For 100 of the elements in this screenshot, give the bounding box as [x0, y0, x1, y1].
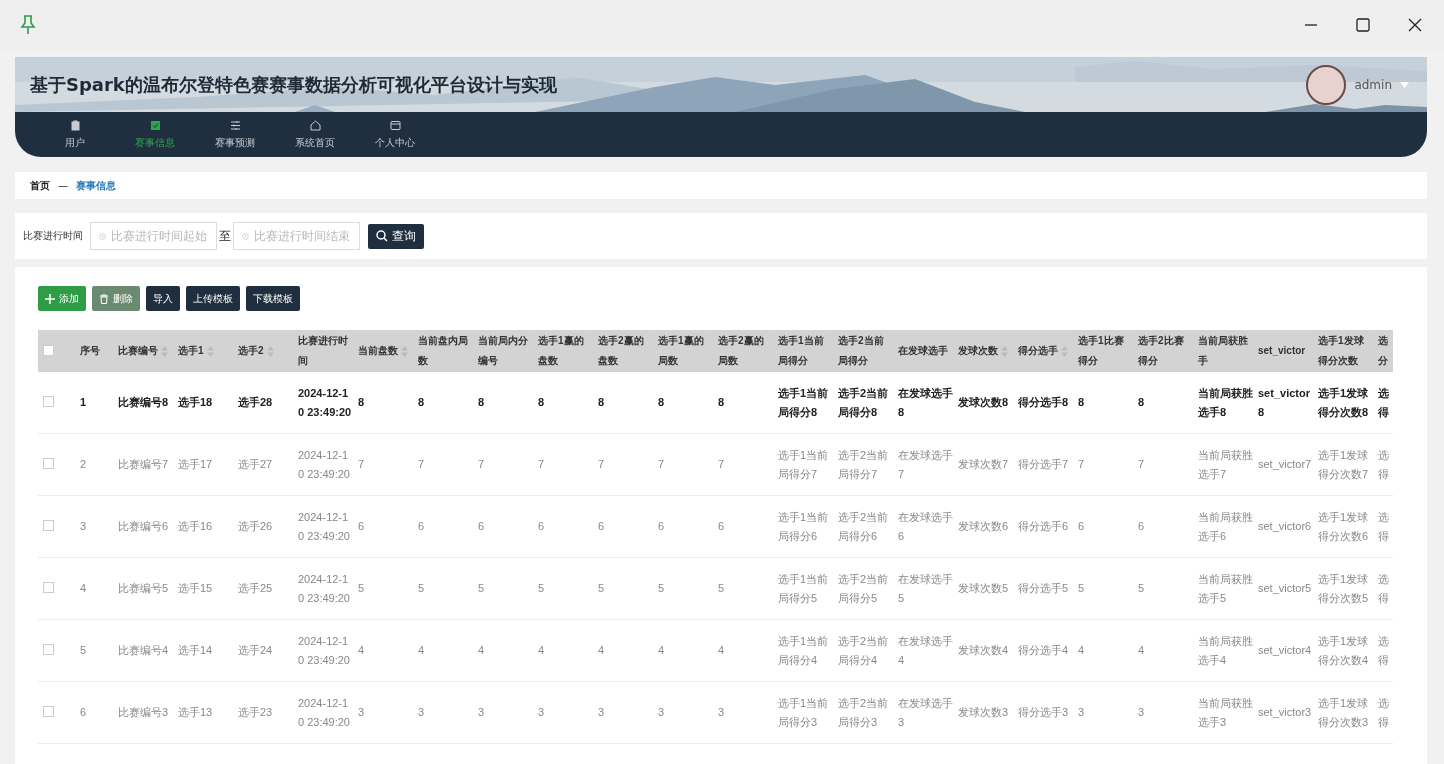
table-cell-text: 发球次数6 — [958, 519, 1010, 534]
table-cell-text: 选手2当前局得分7 — [838, 447, 890, 482]
table-cell-text: 3 — [80, 519, 88, 534]
action-button[interactable]: 下载模板 — [246, 286, 300, 311]
table-cell-text: 选手2当前局得分6 — [838, 509, 890, 544]
column-header[interactable]: 比赛编号 — [118, 341, 158, 361]
row-checkbox[interactable] — [43, 458, 54, 469]
row-checkbox[interactable] — [43, 396, 54, 407]
search-button[interactable]: 查询 — [368, 223, 424, 249]
table-cell-text: 选手1发球得分次数4 — [1318, 633, 1370, 668]
sort-icon[interactable] — [266, 345, 274, 357]
sort-icon[interactable] — [206, 345, 214, 357]
nav-tab[interactable]: 用户 — [35, 112, 115, 157]
table-cell-text: 选手26 — [238, 519, 274, 534]
table-cell-text: 7 — [598, 457, 606, 472]
close-icon[interactable] — [1408, 18, 1422, 32]
table-cell-text: 选手1当前局得分5 — [778, 571, 830, 606]
table-cell-text: 选手16 — [178, 519, 214, 534]
table-cell-text: 8 — [538, 395, 546, 410]
start-time-field[interactable]: 比赛进行时间起始 — [90, 222, 217, 250]
table-cell-text: 选手1发球得分次数3 — [1318, 695, 1370, 730]
column-header: 选手2比赛得分 — [1138, 334, 1185, 368]
column-header: 比赛进行时间 — [298, 334, 349, 368]
table-cell-text: set_victor7 — [1258, 457, 1313, 472]
table-cell-text: 选得 — [1378, 633, 1389, 668]
column-header: 选手2赢的局数 — [718, 334, 765, 368]
table-cell-text: 选得 — [1378, 571, 1389, 606]
table-cell-text: 4 — [1078, 643, 1086, 658]
table-cell-text: 比赛编号4 — [118, 643, 170, 658]
table-cell-text: 8 — [358, 395, 366, 410]
sort-icon[interactable] — [401, 345, 408, 357]
maximize-icon[interactable] — [1356, 18, 1370, 32]
row-checkbox[interactable] — [43, 644, 54, 655]
table-cell-text: 发球次数4 — [958, 643, 1010, 658]
table-cell-text: 3 — [1138, 705, 1146, 720]
table-cell-text: 选手25 — [238, 581, 274, 596]
column-header: 序号 — [80, 344, 100, 358]
table-cell-text: 5 — [1138, 581, 1146, 596]
action-button[interactable]: 上传模板 — [186, 286, 240, 311]
table-cell-text: 5 — [418, 581, 426, 596]
row-checkbox[interactable] — [43, 520, 54, 531]
delete-button[interactable]: 删除 — [92, 286, 140, 311]
table-cell-text: 6 — [718, 519, 726, 534]
row-checkbox[interactable] — [43, 582, 54, 593]
select-all-checkbox[interactable] — [43, 344, 54, 356]
nav-tab[interactable]: 赛事信息 — [115, 112, 195, 157]
pin-icon[interactable] — [20, 15, 36, 35]
column-header[interactable]: 得分选手 — [1018, 341, 1058, 361]
clipboard-icon — [69, 119, 81, 131]
breadcrumb-home[interactable]: 首页 — [30, 178, 50, 193]
column-header: 选手2当前局得分 — [838, 334, 885, 368]
table-cell-text: 选手1发球得分次数7 — [1318, 447, 1370, 482]
column-header[interactable]: 当前盘数 — [358, 341, 398, 361]
sort-icon[interactable] — [1061, 345, 1068, 357]
column-header[interactable]: 发球次数 — [958, 341, 998, 361]
sort-icon[interactable] — [1001, 345, 1008, 357]
column-header: 当前盘内局数 — [418, 334, 469, 368]
table-cell-text: 选手2当前局得分8 — [838, 385, 890, 420]
table-cell-text: 4 — [538, 643, 546, 658]
column-header[interactable]: 选手2 — [238, 341, 264, 361]
sort-icon[interactable] — [161, 345, 168, 357]
table-cell-text: 选手17 — [178, 457, 214, 472]
table-cell-text: 得分选手3 — [1018, 705, 1070, 720]
action-button[interactable]: 导入 — [146, 286, 180, 311]
nav-tab[interactable]: 个人中心 — [355, 112, 435, 157]
table-cell-text: 得分选手4 — [1018, 643, 1070, 658]
table-cell-text: 选手1发球得分次数6 — [1318, 509, 1370, 544]
table-cell-text: 6 — [478, 519, 486, 534]
sliders-icon — [229, 119, 241, 131]
check-icon — [149, 119, 161, 131]
table-cell-text: set_victor5 — [1258, 581, 1313, 596]
table-cell-text: 当前局获胜选手3 — [1198, 695, 1253, 730]
column-header[interactable]: 选手1 — [178, 341, 204, 361]
table-cell-text: set_victor8 — [1258, 385, 1311, 420]
table-cell-text: 3 — [538, 705, 546, 720]
table-cell-text: 选得 — [1378, 385, 1389, 420]
nav-tab[interactable]: 赛事预测 — [195, 112, 275, 157]
end-time-field[interactable]: 比赛进行时间结束 — [233, 222, 360, 250]
table-cell-text: 比赛编号3 — [118, 705, 170, 720]
table-cell-text: 选手1发球得分次数8 — [1318, 385, 1370, 420]
table-cell-text: 1 — [80, 395, 88, 410]
table-cell-text: 4 — [478, 643, 486, 658]
table-cell-text: 5 — [598, 581, 606, 596]
table-cell-text: 7 — [1138, 457, 1146, 472]
column-header: 当前局内分编号 — [478, 334, 529, 368]
table-cell-text: 选手18 — [178, 395, 214, 410]
breadcrumb-separator: — — [58, 180, 68, 191]
table-cell-text: 3 — [1078, 705, 1086, 720]
username[interactable]: admin — [1354, 77, 1392, 92]
row-checkbox[interactable] — [43, 706, 54, 717]
table-cell-text: 得分选手7 — [1018, 457, 1070, 472]
column-header: 选手1赢的盘数 — [538, 334, 585, 368]
table-cell-text: 5 — [658, 581, 666, 596]
column-header: 选分 — [1378, 334, 1389, 368]
table-cell-text: 5 — [718, 581, 726, 596]
table-cell-text: 7 — [658, 457, 666, 472]
table-cell-text: 3 — [418, 705, 426, 720]
table-cell-text: 5 — [478, 581, 486, 596]
table-cell-text: 2024-12-10 23:49:20 — [298, 571, 351, 606]
nav-tab[interactable]: 系统首页 — [275, 112, 355, 157]
